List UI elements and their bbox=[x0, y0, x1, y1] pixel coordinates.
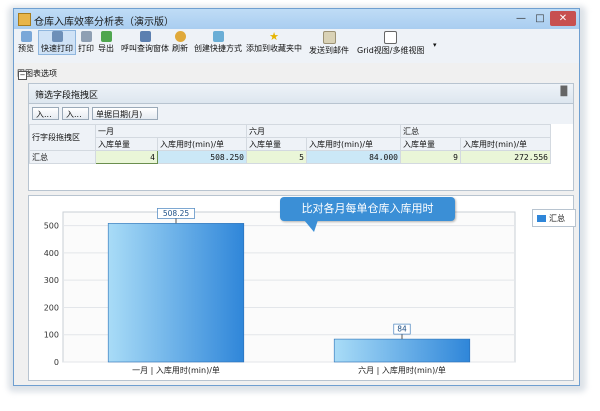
y-tick-label: 200 bbox=[44, 303, 59, 312]
print-icon bbox=[80, 31, 92, 42]
preview-label: 预览 bbox=[18, 44, 34, 53]
export-button[interactable]: 导出 bbox=[98, 31, 114, 54]
create-shortcut-label: 创建快捷方式 bbox=[194, 44, 242, 53]
col-header-total-qty[interactable]: 入库单量 bbox=[400, 137, 461, 151]
cell-total-qty[interactable]: 9 bbox=[400, 150, 461, 164]
y-tick-label: 400 bbox=[44, 249, 59, 258]
export-icon bbox=[100, 31, 112, 42]
filter-area-header: 筛选字段拖拽区 ▐▌ bbox=[29, 84, 573, 104]
chart-legend: 汇总 bbox=[532, 209, 576, 227]
col-header-jan-qty[interactable]: 入库单量 bbox=[95, 137, 158, 151]
month-header-jun[interactable]: 六月 bbox=[246, 124, 401, 138]
query-window-icon bbox=[139, 31, 151, 42]
grid-view-icon bbox=[384, 31, 398, 44]
create-shortcut-button[interactable]: 创建快捷方式 bbox=[194, 31, 242, 54]
row-label-total: 汇总 bbox=[29, 150, 96, 164]
favorite-star-icon: ★ bbox=[269, 30, 279, 43]
chart-panel: 0 100 200 300 400 500 508.25 一月 | 入库用时(min)/单 84… bbox=[28, 195, 574, 381]
bar-chart: 0 100 200 300 400 500 508.25 一月 | 入库用时(min)/单 84… bbox=[44, 208, 516, 375]
x-tick-label: 六月 | 入库用时(min)/单 bbox=[358, 365, 446, 375]
filter-field-button-2[interactable]: 入... bbox=[62, 107, 89, 120]
print-label: 打印 bbox=[78, 44, 94, 53]
refresh-button[interactable]: 刷新 bbox=[172, 31, 188, 54]
maximize-icon[interactable]: □ bbox=[531, 11, 549, 26]
collapse-icon[interactable]: − bbox=[18, 71, 27, 80]
send-mail-button[interactable]: 发送到邮件 bbox=[309, 31, 349, 56]
bar bbox=[107, 223, 245, 363]
refresh-label: 刷新 bbox=[172, 44, 188, 53]
col-header-jun-qty[interactable]: 入库单量 bbox=[246, 137, 307, 151]
x-tick-label: 一月 | 入库用时(min)/单 bbox=[132, 365, 220, 375]
report-window: 仓库入库效率分析表（演示版） — □ ✕ 预览 快速打印 打印 导出 呼叫查询窗… bbox=[13, 8, 580, 386]
send-mail-label: 发送到邮件 bbox=[309, 46, 349, 55]
window-title: 仓库入库效率分析表（演示版） bbox=[34, 17, 174, 28]
callout-tail bbox=[304, 220, 318, 232]
export-label: 导出 bbox=[98, 44, 114, 53]
add-to-favorites-label: 添加到收藏夹中 bbox=[246, 44, 302, 53]
cell-total-time[interactable]: 272.556 bbox=[460, 150, 551, 164]
quick-print-button[interactable]: 快速打印 bbox=[38, 30, 76, 55]
toolbar-overflow-icon[interactable]: ▾ bbox=[433, 41, 437, 49]
y-tick-label: 100 bbox=[44, 331, 59, 340]
row-field-area[interactable]: 行字段拖拽区 bbox=[29, 124, 96, 151]
cell-jan-time[interactable]: 508.250 bbox=[157, 150, 247, 164]
preview-icon bbox=[20, 31, 32, 42]
data-label: 508.25 bbox=[163, 209, 189, 218]
quick-print-label: 快速打印 bbox=[41, 44, 73, 53]
filter-field-button-1[interactable]: 入... bbox=[32, 107, 59, 120]
filter-row: 入... 入... 单据日期(月) bbox=[29, 104, 573, 124]
quick-print-icon bbox=[51, 31, 63, 42]
title-bar: 仓库入库效率分析表（演示版） — □ ✕ bbox=[14, 9, 579, 30]
month-header-jan[interactable]: 一月 bbox=[95, 124, 247, 138]
table-row: 汇总 4 508.250 5 84.000 9 272.556 bbox=[29, 150, 551, 164]
col-header-jan-time[interactable]: 入库用时(min)/单 bbox=[157, 137, 247, 151]
add-to-favorites-button[interactable]: ★ 添加到收藏夹中 bbox=[246, 31, 302, 54]
toolbar: 预览 快速打印 打印 导出 呼叫查询窗体 刷新 创建快捷方式 ★ 添加到收藏夹中 bbox=[14, 29, 579, 78]
cell-jun-qty[interactable]: 5 bbox=[246, 150, 307, 164]
legend-swatch bbox=[537, 215, 546, 222]
refresh-icon bbox=[174, 31, 186, 42]
y-tick-label: 0 bbox=[54, 358, 59, 367]
y-tick-label: 300 bbox=[44, 276, 59, 285]
cell-jun-time[interactable]: 84.000 bbox=[306, 150, 401, 164]
bar bbox=[333, 338, 471, 363]
preview-button[interactable]: 预览 bbox=[18, 31, 34, 54]
y-tick-label: 500 bbox=[44, 222, 59, 231]
legend-label: 汇总 bbox=[549, 214, 565, 223]
col-header-total-time[interactable]: 入库用时(min)/单 bbox=[460, 137, 551, 151]
query-window-button[interactable]: 呼叫查询窗体 bbox=[121, 31, 169, 54]
month-header-total[interactable]: 汇总 bbox=[400, 124, 551, 138]
pin-icon[interactable]: ▐▌ bbox=[557, 87, 571, 98]
cell-jan-qty[interactable]: 4 bbox=[95, 150, 158, 164]
filter-area-label: 筛选字段拖拽区 bbox=[35, 91, 99, 101]
print-button[interactable]: 打印 bbox=[78, 31, 94, 54]
close-icon[interactable]: ✕ bbox=[550, 11, 576, 26]
grid-view-label: Grid视图/多维视图 bbox=[357, 46, 425, 55]
pivot-grid-panel: 筛选字段拖拽区 ▐▌ 入... 入... 单据日期(月) 行字段拖拽区 一月 六… bbox=[28, 83, 574, 191]
shortcut-icon bbox=[212, 31, 224, 42]
data-label: 84 bbox=[397, 325, 407, 334]
mail-icon bbox=[322, 31, 336, 44]
app-icon bbox=[18, 13, 31, 26]
col-header-jun-time[interactable]: 入库用时(min)/单 bbox=[306, 137, 401, 151]
query-window-label: 呼叫查询窗体 bbox=[121, 44, 169, 53]
minimize-icon[interactable]: — bbox=[512, 11, 530, 26]
annotation-callout: 比对各月每单仓库入库用时 bbox=[280, 197, 455, 221]
date-month-field-button[interactable]: 单据日期(月) bbox=[92, 107, 158, 120]
pivot-table: 行字段拖拽区 一月 六月 汇总 入库单量 入库用时(min)/单 入库单量 入库… bbox=[29, 124, 551, 164]
grid-view-button[interactable]: Grid视图/多维视图 bbox=[357, 31, 424, 56]
